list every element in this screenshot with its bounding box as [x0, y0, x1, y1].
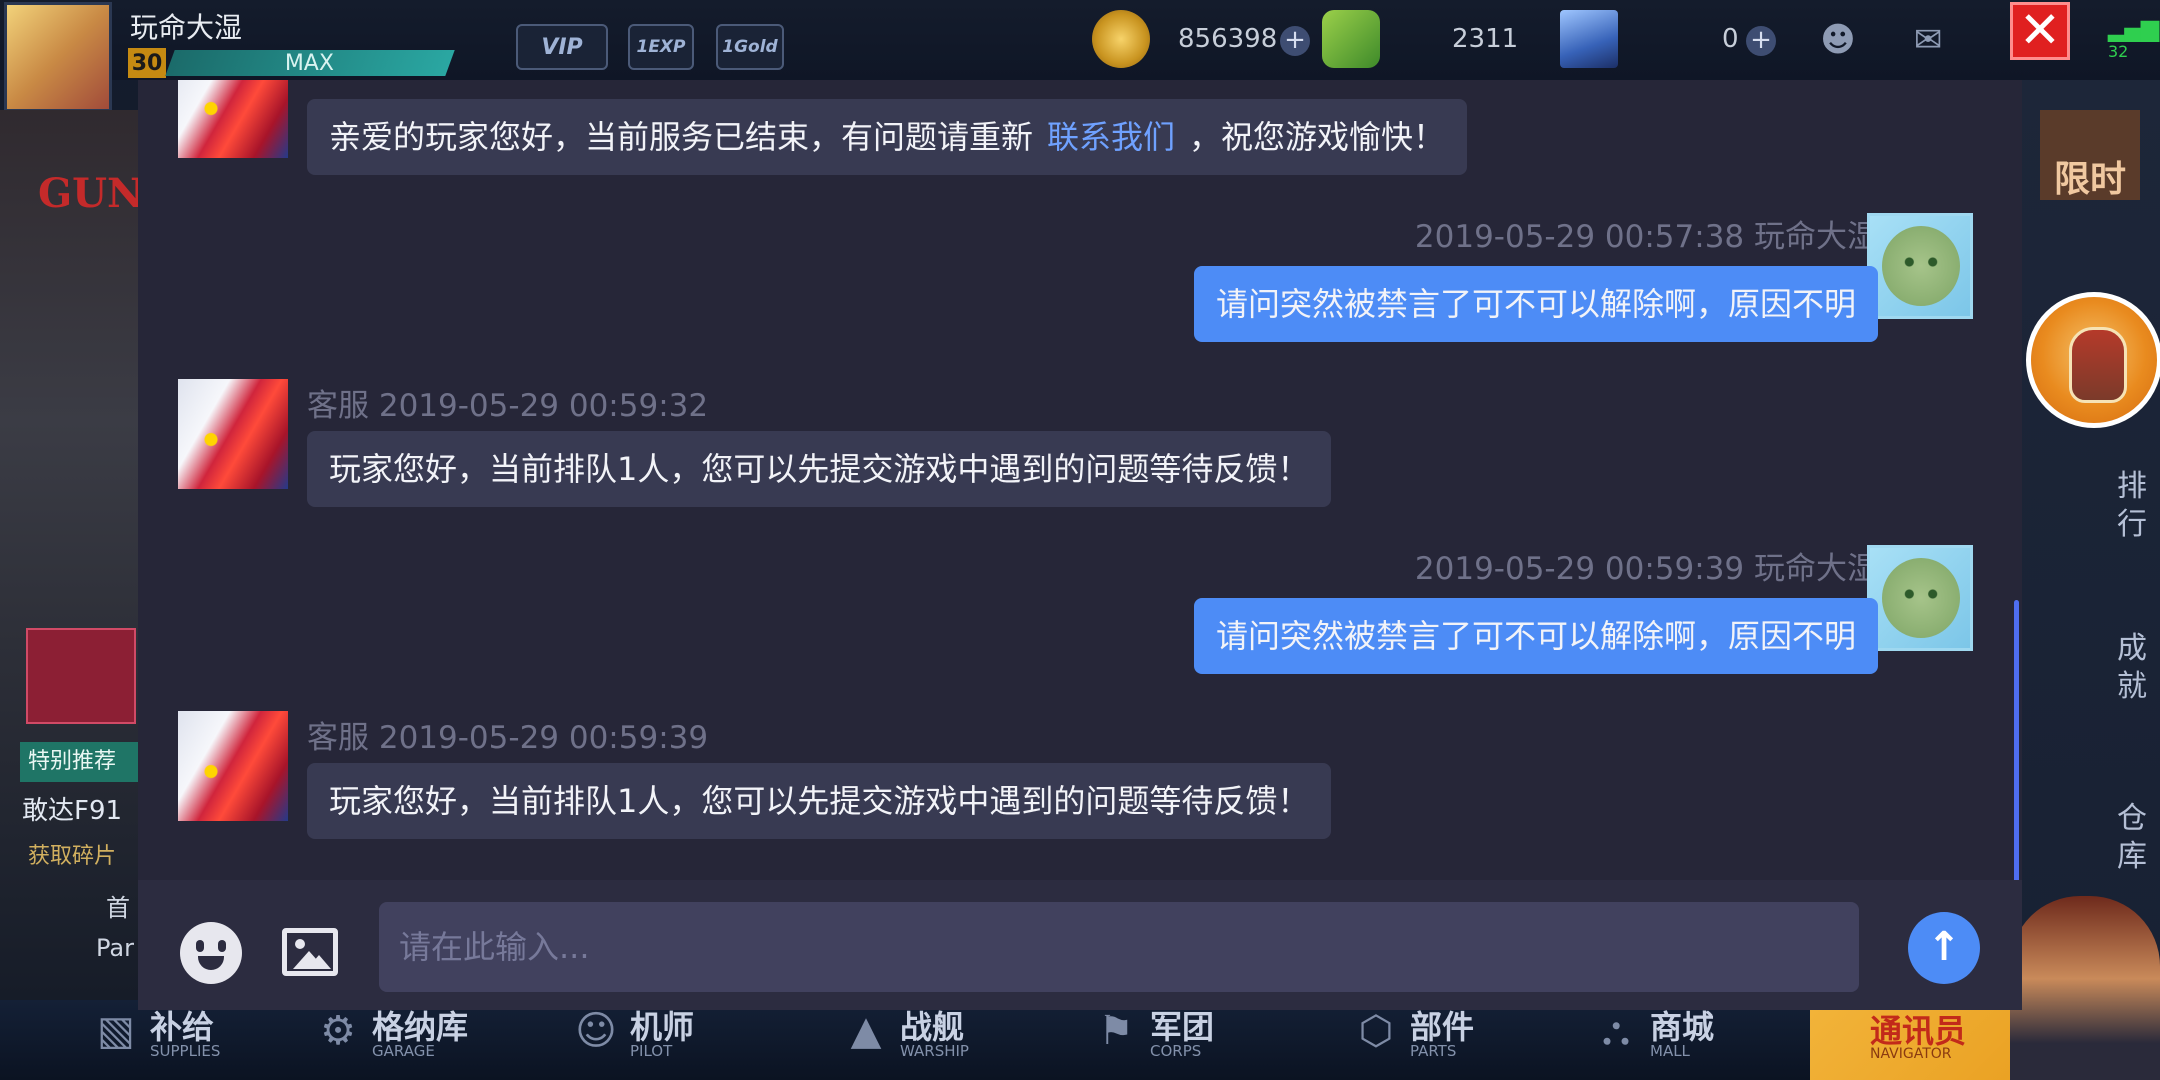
- promo-name[interactable]: 敢达F91: [22, 790, 122, 827]
- supplies-icon: ▧: [97, 1008, 135, 1054]
- send-button[interactable]: ↑: [1908, 912, 1980, 984]
- chat-input-bar: ↑: [138, 880, 2022, 1010]
- gem-icon: [1322, 10, 1380, 68]
- user-message-bubble: 请问突然被禁言了可不可以解除啊，原因不明: [1193, 266, 1878, 342]
- emoji-eye: [196, 940, 204, 952]
- promo-label: 特别推荐: [20, 742, 140, 782]
- mall-icon: ⛬: [1602, 1008, 1630, 1054]
- nav-sublabel: PARTS: [1410, 1042, 1457, 1060]
- close-icon[interactable]: ✕: [2010, 2, 2070, 60]
- warship-icon: ▲: [850, 1008, 882, 1054]
- nav-warship[interactable]: ▲ 战舰 WARSHIP: [790, 1002, 1010, 1078]
- nav-corps[interactable]: ⚑ 军团 CORPS: [1040, 1002, 1260, 1078]
- message-text: ，祝您游戏愉快！: [1189, 118, 1446, 156]
- nav-sublabel: SUPPLIES: [150, 1042, 221, 1060]
- service-message-bubble: 玩家您好，当前排队1人，您可以先提交游戏中遇到的问题等待反馈！: [307, 763, 1332, 839]
- customer-service-chat: 亲爱的玩家您好，当前服务已结束，有问题请重新 联系我们 ，祝您游戏愉快！ 2019-…: [138, 80, 2022, 1010]
- emoji-mouth: [198, 956, 224, 970]
- nav-sublabel: MALL: [1650, 1042, 1690, 1060]
- message-text: 亲爱的玩家您好，当前服务已结束，有问题请重新: [329, 118, 1034, 156]
- nav-pilot[interactable]: ☺ 机师 PILOT: [520, 1002, 740, 1078]
- gold-coin-icon: [1092, 10, 1150, 68]
- promo-sub[interactable]: 获取碎片: [28, 838, 116, 870]
- user-avatar: [1867, 213, 1973, 319]
- message-meta: 客服 2019-05-29 00:59:32: [307, 388, 709, 424]
- signal-value: 32: [2108, 42, 2129, 61]
- player-name: 玩命大湿: [130, 11, 243, 44]
- signal-strength: ▂▄▆ 32: [2108, 14, 2159, 61]
- limited-event-button[interactable]: 限时: [2040, 110, 2140, 200]
- arrow-up-icon: ↑: [1927, 924, 1961, 970]
- corps-icon: ⚑: [1098, 1008, 1134, 1054]
- crystal-icon: [1560, 10, 1618, 68]
- emoji-eye: [218, 940, 226, 952]
- gem-amount: 2311: [1452, 24, 1519, 54]
- message-meta: 2019-05-29 00:59:39 玩命大湿: [1414, 551, 1878, 587]
- nav-sublabel: CORPS: [1150, 1042, 1202, 1060]
- service-avatar: [178, 80, 288, 158]
- image-mountain: [307, 955, 331, 969]
- nav-garage[interactable]: ⚙ 格纳库 GARAGE: [262, 1002, 482, 1078]
- garage-icon: ⚙: [320, 1008, 356, 1054]
- message-meta: 2019-05-29 00:57:38 玩命大湿: [1414, 219, 1878, 255]
- pilot-icon: ☺: [575, 1008, 617, 1054]
- contact-us-link[interactable]: 联系我们: [1047, 118, 1175, 156]
- nav-sublabel: PILOT: [630, 1042, 673, 1060]
- mail-icon[interactable]: ✉: [1902, 20, 1954, 60]
- chat-message-list[interactable]: 亲爱的玩家您好，当前服务已结束，有问题请重新 联系我们 ，祝您游戏愉快！ 2019-…: [138, 80, 2022, 880]
- tab-achievement[interactable]: 成就: [2110, 630, 2154, 706]
- service-avatar: [178, 379, 288, 489]
- emoji-icon[interactable]: [180, 922, 242, 984]
- left-menu-item-1[interactable]: 首: [106, 888, 130, 923]
- helper-mascot-button[interactable]: [2026, 292, 2160, 428]
- signal-bars-icon: ▂▄▆: [2108, 14, 2159, 42]
- add-gold-button[interactable]: +: [1280, 26, 1310, 56]
- service-avatar: [178, 711, 288, 821]
- promo-card[interactable]: [26, 628, 136, 724]
- nav-mall[interactable]: ⛬ 商城 MALL: [1540, 1002, 1760, 1078]
- message-input[interactable]: [379, 902, 1859, 992]
- tab-rank[interactable]: 排行: [2110, 468, 2154, 544]
- navigator-sublabel: NAVIGATOR: [1870, 1046, 1952, 1062]
- nav-sublabel: WARSHIP: [900, 1042, 969, 1060]
- message-meta: 客服 2019-05-29 00:59:39: [307, 720, 709, 756]
- tab-warehouse[interactable]: 仓库: [2110, 800, 2154, 876]
- vip-badge[interactable]: VIP: [516, 24, 608, 70]
- friends-icon[interactable]: ☻: [1812, 20, 1864, 60]
- exp-boost-badge[interactable]: 1EXP: [628, 24, 694, 70]
- gold-boost-badge[interactable]: 1Gold: [716, 24, 784, 70]
- left-menu-item-2[interactable]: Par: [96, 934, 134, 962]
- chat-scrollbar[interactable]: [2014, 600, 2019, 880]
- top-status-bar: 玩命大湿 30 MAX VIP 1EXP 1Gold 856398 + 2311…: [0, 0, 2160, 112]
- parts-icon: ⬡: [1358, 1008, 1394, 1054]
- navigator-portrait: [2010, 896, 2160, 1080]
- image-sun: [295, 939, 305, 949]
- xp-label: MAX: [285, 50, 335, 76]
- service-message-bubble: 亲爱的玩家您好，当前服务已结束，有问题请重新 联系我们 ，祝您游戏愉快！: [307, 99, 1468, 175]
- add-crystal-button[interactable]: +: [1746, 26, 1776, 56]
- user-message-bubble: 请问突然被禁言了可不可以解除啊，原因不明: [1193, 598, 1878, 674]
- nav-supplies[interactable]: ▧ 补给 SUPPLIES: [40, 1002, 260, 1078]
- nav-parts[interactable]: ⬡ 部件 PARTS: [1300, 1002, 1520, 1078]
- crystal-amount: 0: [1722, 24, 1739, 54]
- image-upload-icon[interactable]: [282, 928, 338, 976]
- user-avatar: [1867, 545, 1973, 651]
- xp-bar: MAX: [165, 50, 455, 76]
- player-avatar[interactable]: [4, 2, 112, 112]
- nav-sublabel: GARAGE: [372, 1042, 435, 1060]
- service-message-bubble: 玩家您好，当前排队1人，您可以先提交游戏中遇到的问题等待反馈！: [307, 431, 1332, 507]
- player-level: 30: [128, 48, 166, 78]
- gold-amount: 856398: [1178, 24, 1278, 54]
